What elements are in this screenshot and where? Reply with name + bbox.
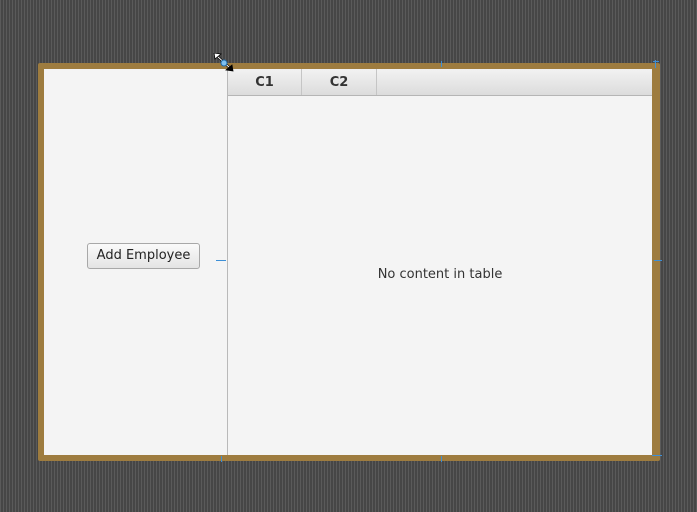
anchor-marker-top-right-v <box>655 60 656 68</box>
anchor-marker-bottom <box>441 456 442 462</box>
column-header-filler <box>377 69 652 95</box>
add-employee-button[interactable]: Add Employee <box>87 243 200 269</box>
left-pane: Add Employee <box>44 69 227 455</box>
anchor-marker-bottom-right <box>652 455 662 456</box>
table-placeholder: No content in table <box>377 267 503 282</box>
column-header-c2[interactable]: C2 <box>302 69 377 95</box>
anchor-marker-bottom-left <box>221 456 222 462</box>
anchor-marker-right <box>654 260 662 261</box>
column-header-c1[interactable]: C1 <box>228 69 302 95</box>
anchor-marker-left <box>216 260 226 261</box>
table-header: C1 C2 <box>228 69 652 96</box>
employee-table[interactable]: C1 C2 No content in table <box>228 69 652 455</box>
resize-diagonal-cursor-icon <box>213 52 235 77</box>
anchor-marker-top <box>441 61 442 67</box>
split-pane[interactable]: Add Employee C1 C2 No content in table <box>44 69 652 455</box>
anchor-marker-top-right <box>653 61 659 62</box>
